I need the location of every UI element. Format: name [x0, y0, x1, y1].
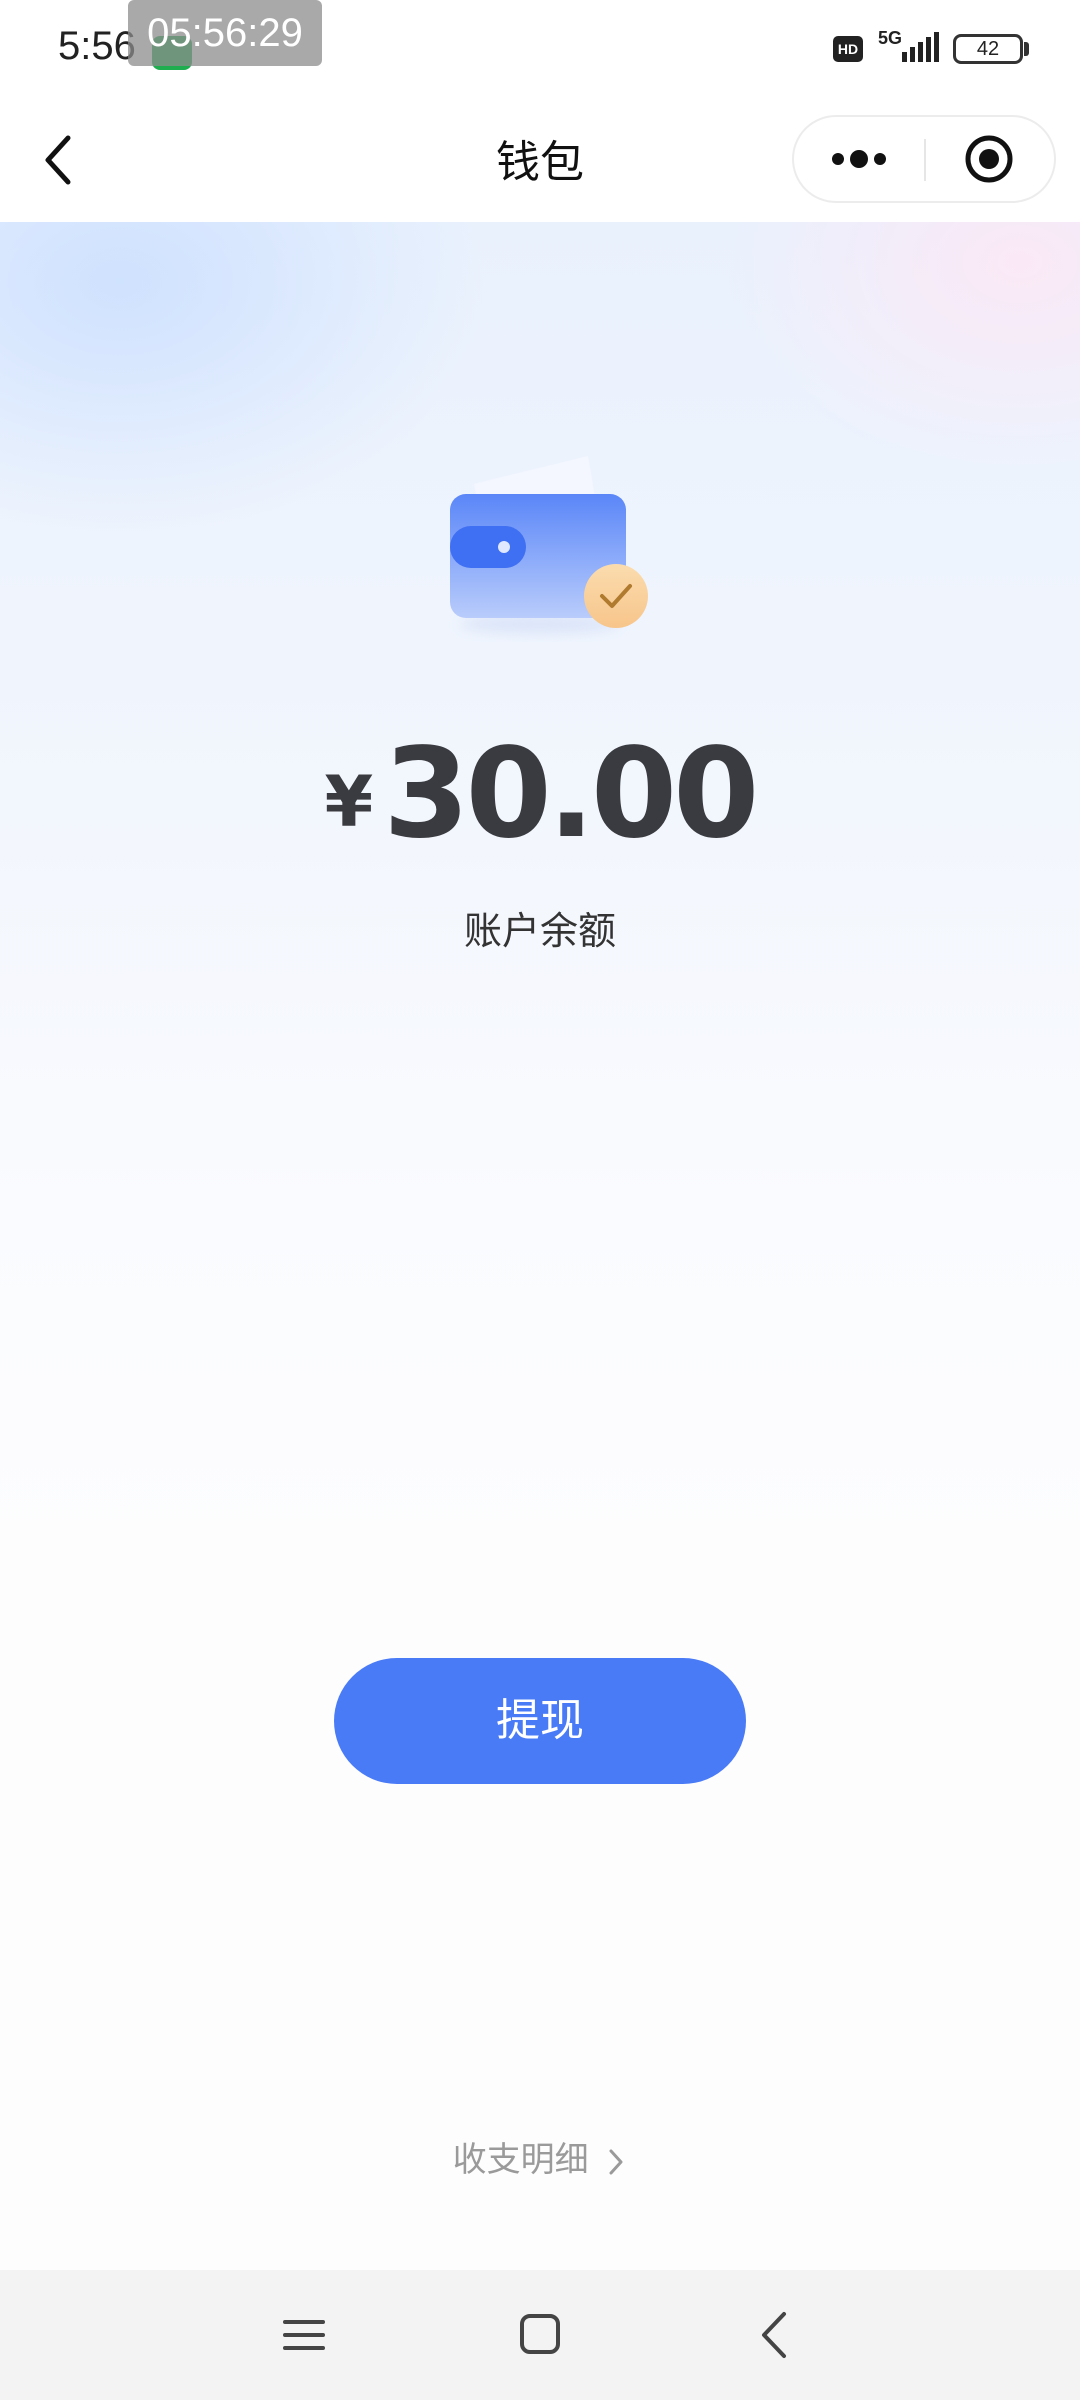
chevron-right-icon: [609, 2149, 623, 2174]
miniprogram-capsule: [792, 115, 1056, 203]
wallet-content: ¥30.00 账户余额 提现 收支明细: [0, 222, 1080, 2270]
hd-badge: HD: [833, 36, 863, 62]
wallet-screen: 5:56 05:56:29 HD 5G 42 钱包 ¥30.00 账户余额 提现…: [0, 0, 1080, 2400]
nav-bar: 钱包: [0, 100, 1080, 222]
withdraw-button[interactable]: 提现: [334, 1658, 746, 1784]
call-timer: 05:56:29: [128, 0, 322, 66]
back-icon[interactable]: [736, 2300, 816, 2370]
target-circle-icon[interactable]: [926, 117, 1056, 201]
home-icon[interactable]: [500, 2300, 580, 2370]
transaction-details-link[interactable]: 收支明细: [0, 2132, 1080, 2181]
amount-value: 30.00: [383, 722, 759, 866]
balance-label: 账户余额: [463, 909, 616, 953]
signal-icon: [902, 32, 939, 62]
status-bar: 5:56 05:56:29 HD 5G 42: [0, 0, 1080, 100]
menu-icon[interactable]: [263, 2300, 343, 2370]
status-time: 5:56: [58, 24, 136, 68]
details-label: 收支明细: [452, 2140, 589, 2180]
battery-tip: [1024, 42, 1029, 56]
balance-amount: ¥30.00: [0, 722, 1080, 866]
battery-indicator: 42: [953, 34, 1023, 64]
currency-symbol: ¥: [324, 761, 374, 843]
wallet-icon: [450, 456, 648, 634]
more-dots-icon[interactable]: [794, 117, 924, 201]
network-type: 5G: [878, 28, 903, 48]
system-nav-bar: [0, 2270, 1080, 2400]
